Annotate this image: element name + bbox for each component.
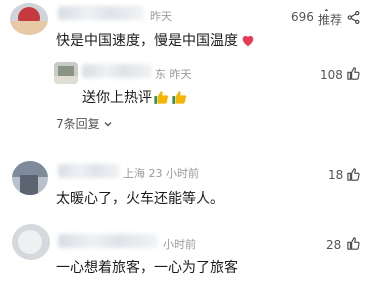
comment-text: 太暖心了，火车还能等人。 — [56, 191, 224, 207]
avatar[interactable] — [10, 3, 48, 35]
like-count: 696 — [291, 10, 314, 24]
recommend-button-label[interactable]: 推荐 — [318, 11, 343, 28]
share-icon[interactable] — [346, 10, 361, 25]
reply-text: 送你上热评 — [82, 90, 152, 106]
comment-time: 上海 23 小时前 — [123, 167, 199, 180]
like-count: 28 — [326, 238, 342, 252]
thumbs-up-emoji-icon — [172, 90, 187, 104]
view-replies-link[interactable]: 7条回复 — [56, 115, 113, 132]
thumb-up-outline-icon[interactable] — [346, 236, 361, 251]
username-redacted — [58, 164, 120, 178]
comment-time: 小时前 — [163, 238, 196, 251]
reply-username-redacted — [82, 64, 152, 78]
red-heart-icon — [242, 35, 254, 46]
reply-avatar[interactable] — [54, 62, 78, 84]
thumb-up-outline-icon[interactable] — [346, 66, 361, 81]
comment-text: 一心想着旅客，一心为了旅客 — [56, 260, 238, 276]
avatar[interactable] — [12, 224, 50, 260]
reply-time: 东 昨天 — [155, 68, 192, 81]
username-redacted — [58, 234, 158, 248]
view-replies-label: 7条回复 — [56, 117, 100, 131]
comment-text: 快是中国速度，慢是中国温度 — [56, 33, 238, 49]
thumbs-up-emoji-icon — [154, 90, 169, 104]
reply-like-count: 108 — [320, 68, 343, 82]
comment-time: 昨天 — [150, 10, 172, 23]
reply-body: 送你上热评 — [82, 87, 188, 107]
thumb-up-outline-icon[interactable] — [346, 167, 361, 182]
like-count: 18 — [328, 168, 344, 182]
username-redacted — [58, 6, 144, 20]
chevron-down-icon — [104, 121, 112, 126]
comment-body: 快是中国速度，慢是中国温度 — [56, 30, 255, 50]
avatar[interactable] — [12, 161, 48, 195]
